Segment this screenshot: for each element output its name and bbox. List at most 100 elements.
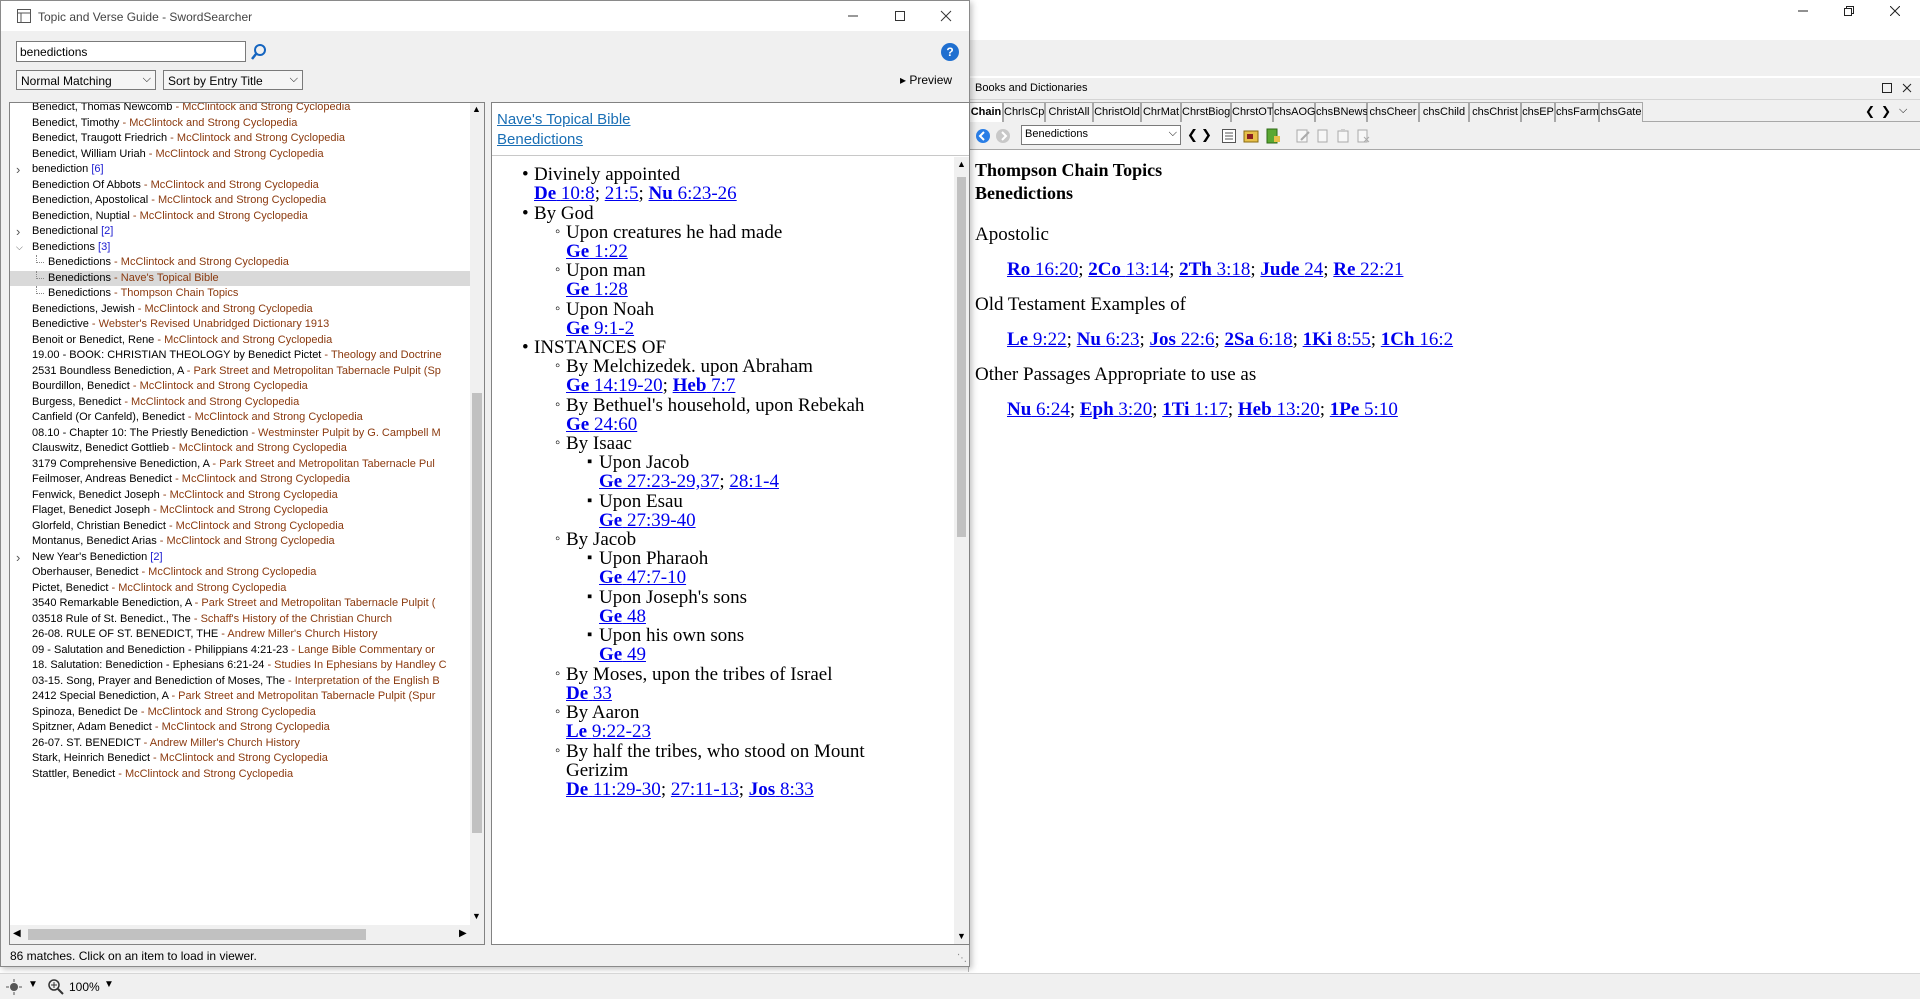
- list-item[interactable]: 2412 Special Benediction, A - Park Stree…: [10, 689, 470, 705]
- prev-topic-icon[interactable]: ❮: [1187, 127, 1198, 143]
- list-item[interactable]: 03-15. Song, Prayer and Benediction of M…: [10, 674, 470, 690]
- list-hscroll-thumb[interactable]: [28, 929, 366, 940]
- copy-icon[interactable]: [1315, 128, 1331, 144]
- viewer-source-link[interactable]: Nave's Topical Bible: [497, 111, 631, 128]
- list-item[interactable]: 26-07. ST. BENEDICT - Andrew Miller's Ch…: [10, 736, 470, 752]
- scripture-link[interactable]: 1Ch 16:2: [1381, 329, 1453, 350]
- list-item[interactable]: Montanus, Benedict Arias - McClintock an…: [10, 534, 470, 550]
- back-icon[interactable]: [975, 128, 991, 144]
- scroll-up-icon[interactable]: ▲: [957, 159, 966, 169]
- list-item[interactable]: 3179 Comprehensive Benediction, A - Park…: [10, 457, 470, 473]
- tab-christall[interactable]: ChristAll: [1045, 102, 1093, 122]
- expand-chevron-icon[interactable]: ›: [16, 224, 20, 240]
- scroll-right-icon[interactable]: ▶: [459, 928, 467, 939]
- scripture-link[interactable]: Nu 6:23: [1077, 329, 1140, 350]
- list-item[interactable]: Spitzner, Adam Benedict - McClintock and…: [10, 720, 470, 736]
- list-item[interactable]: Fenwick, Benedict Joseph - McClintock an…: [10, 488, 470, 504]
- collapse-chevron-icon[interactable]: ⌵: [16, 240, 23, 256]
- scripture-link[interactable]: 21:5: [605, 183, 639, 204]
- bookmark-icon[interactable]: [1243, 128, 1259, 144]
- list-item[interactable]: 3540 Remarkable Benediction, A - Park St…: [10, 596, 470, 612]
- tab-christold[interactable]: ChristOld: [1093, 102, 1141, 122]
- scripture-link[interactable]: Jos 22:6: [1150, 329, 1215, 350]
- list-item[interactable]: Benedict, Traugott Friedrich - McClintoc…: [10, 131, 470, 147]
- scripture-link[interactable]: De 11:29-30: [566, 779, 661, 800]
- scripture-link[interactable]: 2Co 13:14: [1088, 259, 1169, 280]
- chevron-down-icon[interactable]: ▼: [28, 979, 38, 990]
- list-scroll-thumb[interactable]: [472, 393, 482, 833]
- scroll-down-icon[interactable]: ▼: [957, 931, 966, 941]
- list-item[interactable]: › Benedictional [2]: [10, 224, 470, 240]
- tab-chschild[interactable]: chsChild: [1419, 102, 1469, 122]
- tab-chsgate[interactable]: chsGate: [1599, 102, 1643, 122]
- list-item[interactable]: 03518 Rule of St. Benedict., The - Schaf…: [10, 612, 470, 628]
- scripture-link[interactable]: Ro 16:20: [1007, 259, 1078, 280]
- list-item[interactable]: Benediction Of Abbots - McClintock and S…: [10, 178, 470, 194]
- viewer-vertical-scrollbar[interactable]: ▲ ▼: [954, 157, 969, 944]
- scripture-link[interactable]: Heb 13:20: [1238, 399, 1320, 420]
- list-item[interactable]: 2531 Boundless Benediction, A - Park Str…: [10, 364, 470, 380]
- search-icon[interactable]: [250, 43, 268, 64]
- tab-chschrist[interactable]: chsChrist: [1469, 102, 1521, 122]
- list-item[interactable]: Benedictions, Jewish - McClintock and St…: [10, 302, 470, 318]
- sort-mode-select[interactable]: Sort by Entry Title ⌵: [163, 70, 303, 90]
- expand-chevron-icon[interactable]: ›: [16, 550, 20, 566]
- list-item[interactable]: 19.00 - BOOK: CHRISTIAN THEOLOGY by Bene…: [10, 348, 470, 364]
- list-item[interactable]: Flaget, Benedict Joseph - McClintock and…: [10, 503, 470, 519]
- zoom-chevron-down-icon[interactable]: ▼: [104, 979, 114, 990]
- main-restore-button[interactable]: [1826, 0, 1872, 22]
- dialog-close-button[interactable]: [940, 10, 952, 25]
- edit-icon[interactable]: [1295, 128, 1311, 144]
- tab-chscheer[interactable]: chsCheer: [1367, 102, 1419, 122]
- next-topic-icon[interactable]: ❯: [1201, 127, 1212, 143]
- list-item[interactable]: Canfield (Or Canfeld), Benedict - McClin…: [10, 410, 470, 426]
- list-item[interactable]: Benedict, Timothy - McClintock and Stron…: [10, 116, 470, 132]
- preview-toggle[interactable]: ▸ Preview: [900, 73, 952, 87]
- scripture-link[interactable]: 2Sa 6:18: [1225, 329, 1293, 350]
- paste-icon[interactable]: [1335, 128, 1351, 144]
- list-item[interactable]: Benedictions - Nave's Topical Bible: [10, 270, 470, 286]
- list-item[interactable]: 08.10 - Chapter 10: The Priestly Benedic…: [10, 426, 470, 442]
- dialog-minimize-button[interactable]: [847, 10, 859, 25]
- list-item[interactable]: Glorfeld, Christian Benedict - McClintoc…: [10, 519, 470, 535]
- list-item[interactable]: Spinoza, Benedict De - McClintock and St…: [10, 705, 470, 721]
- list-vertical-scrollbar[interactable]: ▲ ▼: [470, 103, 484, 925]
- viewer-scroll-thumb[interactable]: [957, 177, 966, 537]
- scripture-link[interactable]: 1Pe 5:10: [1330, 399, 1398, 420]
- scripture-link[interactable]: Ge 24:60: [566, 414, 637, 435]
- scroll-up-icon[interactable]: ▲: [472, 104, 481, 114]
- scripture-link[interactable]: Jude 24: [1260, 259, 1323, 280]
- list-item[interactable]: Benedict, Thomas Newcomb - McClintock an…: [10, 103, 470, 116]
- match-mode-select[interactable]: Normal Matching ⌵: [16, 70, 156, 90]
- scripture-link[interactable]: Heb 7:7: [673, 375, 736, 396]
- list-item[interactable]: ⌵ Benedictions [3]: [10, 240, 470, 256]
- expand-chevron-icon[interactable]: ›: [16, 162, 20, 178]
- scripture-link[interactable]: Le 9:22-23: [566, 721, 651, 742]
- tab-chsep[interactable]: chsEP: [1521, 102, 1555, 122]
- tab-chsfarm[interactable]: chsFarm: [1555, 102, 1599, 122]
- scripture-link[interactable]: Ge 27:23-29,37: [599, 471, 719, 492]
- scroll-left-icon[interactable]: ◀: [13, 928, 21, 939]
- scripture-link[interactable]: Ge 9:1-2: [566, 318, 634, 339]
- topic-list-icon[interactable]: [1221, 128, 1237, 144]
- list-item[interactable]: Oberhauser, Benedict - McClintock and St…: [10, 565, 470, 581]
- main-close-button[interactable]: [1872, 0, 1918, 22]
- tab-scroll-right-icon[interactable]: ❯: [1881, 104, 1891, 118]
- scripture-link[interactable]: Nu 6:23-26: [649, 183, 737, 204]
- brightness-icon[interactable]: [6, 979, 22, 998]
- scripture-link[interactable]: Ge 47:7-10: [599, 567, 686, 588]
- tab-chrstbiog[interactable]: ChrstBiog: [1181, 102, 1231, 122]
- dialog-maximize-button[interactable]: [894, 10, 906, 25]
- list-item[interactable]: Benedictions - McClintock and Strong Cyc…: [10, 255, 470, 271]
- resize-grip-icon[interactable]: ⋱: [957, 953, 967, 964]
- tab-chrstot[interactable]: ChrstOT: [1231, 102, 1274, 122]
- scripture-link[interactable]: Ge 48: [599, 606, 646, 627]
- scripture-link[interactable]: Jos 8:33: [749, 779, 814, 800]
- list-item[interactable]: Stark, Heinrich Benedict - McClintock an…: [10, 751, 470, 767]
- list-item[interactable]: Feilmoser, Andreas Benedict - McClintock…: [10, 472, 470, 488]
- list-item[interactable]: Pictet, Benedict - McClintock and Strong…: [10, 581, 470, 597]
- scripture-link[interactable]: 1Ki 8:55: [1303, 329, 1371, 350]
- list-horizontal-scrollbar[interactable]: ◀ ▶: [10, 925, 484, 944]
- list-item[interactable]: Bourdillon, Benedict - McClintock and St…: [10, 379, 470, 395]
- main-minimize-button[interactable]: [1780, 0, 1826, 22]
